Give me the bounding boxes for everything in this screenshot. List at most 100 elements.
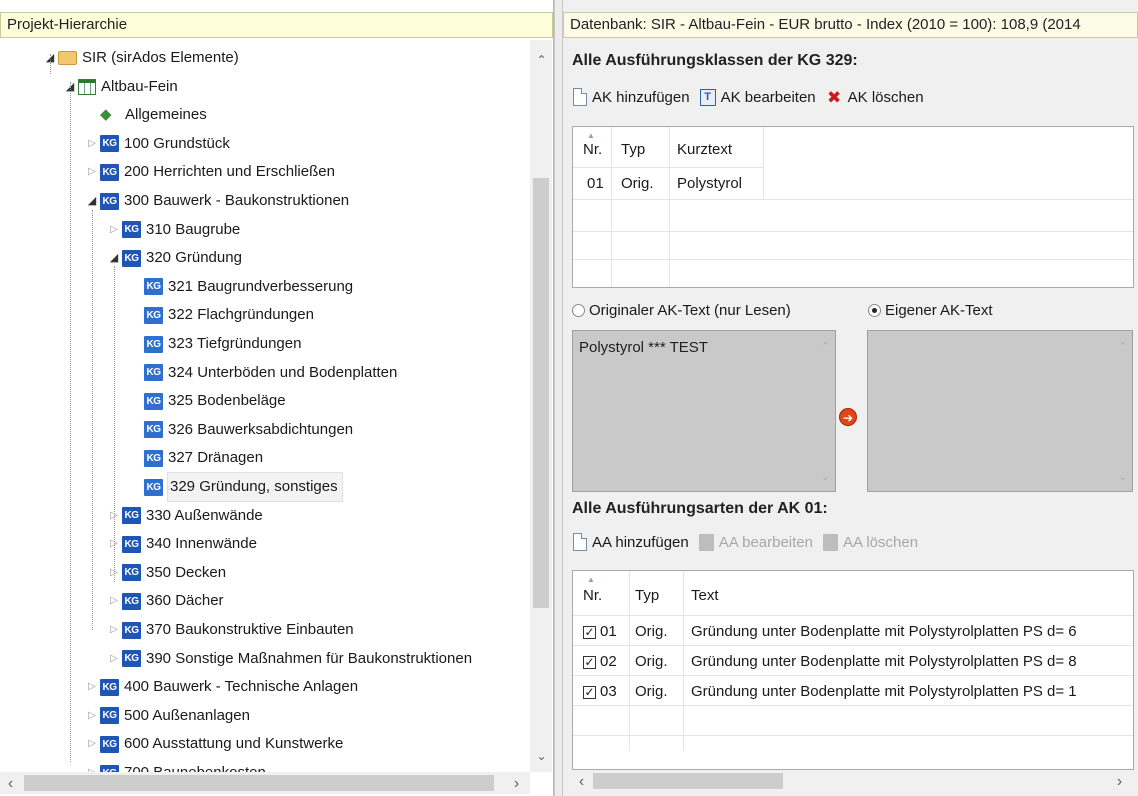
tree-item[interactable]: ▷KG 700 Baunebenkosten [86, 759, 266, 772]
tree-item[interactable]: ▷ KG 370 Baukonstruktive Einbauten [108, 616, 354, 644]
own-ak-textbox[interactable]: ⌃ ⌄ [867, 330, 1133, 492]
scroll-up-icon[interactable]: ⌃ [817, 339, 834, 356]
ak-col-typ-header[interactable]: Typ [621, 141, 645, 158]
expand-toggle-icon[interactable]: ▷ [86, 702, 98, 730]
aa-add-button[interactable]: AA hinzufügen [573, 533, 689, 551]
tree-item[interactable]: KG 321 Baugrundverbesserung [130, 273, 353, 301]
tree-item[interactable]: KG 322 Flachgründungen [130, 301, 314, 329]
aa-row-checkbox[interactable]: ✓ [583, 685, 596, 699]
expand-toggle-icon[interactable]: ▷ [108, 587, 120, 615]
ak-row-typ[interactable]: Orig. [621, 175, 654, 192]
expand-toggle-icon[interactable]: ▷ [86, 673, 98, 701]
aa-row-nr[interactable]: ✓ 03 [583, 683, 617, 700]
kg-icon: KG [122, 507, 141, 525]
aa-edit-button[interactable]: AA bearbeiten [698, 533, 813, 551]
tree-item[interactable]: KG 326 Bauwerksabdichtungen [130, 416, 353, 444]
original-text-radio[interactable]: Originaler AK-Text (nur Lesen) [572, 302, 791, 319]
aa-col-nr-header[interactable]: Nr. [583, 587, 602, 604]
tree-item[interactable]: ▷ KG 310 Baugrube [108, 216, 240, 244]
expand-toggle-icon[interactable]: ▷ [108, 216, 120, 244]
ak-col-kurztext-header[interactable]: Kurztext [677, 141, 732, 158]
expand-toggle-icon[interactable]: ▷ [86, 130, 98, 158]
aa-row-typ[interactable]: Orig. [635, 623, 668, 640]
tree-item[interactable]: ▷ KG 400 Bauwerk - Technische Anlagen [86, 673, 358, 701]
aa-row-typ[interactable]: Orig. [635, 683, 668, 700]
tree-item-label: 326 Bauwerksabdichtungen [168, 420, 354, 438]
edit-icon [698, 533, 714, 551]
aa-row-checkbox[interactable]: ✓ [583, 625, 596, 639]
expand-toggle-icon[interactable]: ▷ [86, 158, 98, 186]
scroll-left-icon[interactable]: ‹ [2, 775, 19, 792]
details-panel: Datenbank: SIR - Altbau-Fein - EUR brutt… [563, 0, 1138, 796]
ak-col-nr-header[interactable]: Nr. [583, 141, 602, 158]
tree-vertical-scrollbar[interactable]: ⌃ ⌄ [530, 40, 552, 772]
aa-col-typ-header[interactable]: Typ [635, 587, 659, 604]
tree-item-label: 200 Herrichten und Erschließen [124, 163, 335, 181]
scroll-right-icon[interactable]: › [508, 775, 525, 792]
aa-delete-button[interactable]: AA löschen [823, 533, 918, 551]
textbox-scrollbar[interactable]: ⌃ ⌄ [815, 331, 835, 491]
tree-item[interactable]: ▷ KG 350 Decken [108, 559, 226, 587]
ak-edit-button[interactable]: T AK bearbeiten [699, 88, 816, 106]
tree-item[interactable]: KG 324 Unterböden und Bodenplatten [130, 359, 397, 387]
tree-item[interactable]: ◢ KG 320 Gründung [108, 244, 242, 272]
aa-row-text[interactable]: Gründung unter Bodenplatte mit Polystyro… [691, 623, 1133, 640]
textbox-scrollbar[interactable]: ⌃ ⌄ [1112, 331, 1132, 491]
aa-row-nr[interactable]: ✓ 01 [583, 623, 617, 640]
expand-toggle-icon[interactable]: ▷ [86, 730, 98, 758]
tree-horizontal-scrollbar[interactable]: ‹ › [0, 772, 530, 794]
tree-item[interactable]: ▷ KG 360 Dächer [108, 587, 224, 615]
tree-item[interactable]: KG 327 Dränagen [130, 444, 263, 472]
original-ak-textbox[interactable]: Polystyrol *** TEST ⌃ ⌄ [572, 330, 836, 492]
aa-row-checkbox[interactable]: ✓ [583, 655, 596, 669]
expand-toggle-icon[interactable]: ▷ [86, 759, 98, 772]
expand-toggle-icon[interactable]: ▷ [108, 645, 120, 673]
tree-item[interactable]: KG 323 Tiefgründungen [130, 330, 301, 358]
tree-item[interactable]: KG 325 Bodenbeläge [130, 387, 286, 415]
scroll-thumb[interactable] [593, 773, 783, 789]
sort-ascending-icon[interactable]: ▲ [587, 131, 595, 140]
aa-col-text-header[interactable]: Text [691, 587, 719, 604]
ak-add-button[interactable]: AK hinzufügen [573, 88, 690, 106]
scroll-down-icon[interactable]: ⌄ [817, 469, 834, 486]
tree-item[interactable]: ▷ KG 330 Außenwände [108, 502, 263, 530]
scroll-down-icon[interactable]: ⌄ [533, 748, 550, 765]
scroll-right-icon[interactable]: › [1111, 773, 1128, 790]
tree-item[interactable]: ▷ KG 500 Außenanlagen [86, 702, 250, 730]
tree-item[interactable]: KG 329 Gründung, sonstiges [130, 472, 343, 502]
own-text-radio[interactable]: Eigener AK-Text [868, 302, 993, 319]
tree-item[interactable]: ▷ KG 600 Ausstattung und Kunstwerke [86, 730, 343, 758]
scroll-up-icon[interactable]: ⌃ [1114, 339, 1131, 356]
ak-delete-button[interactable]: ✖ AK löschen [826, 89, 924, 106]
project-tree[interactable]: ◢ SIR (sirAdos Elemente) ◢ Altbau-Fein ◆ Allg… [0, 40, 530, 772]
aa-row-text[interactable]: Gründung unter Bodenplatte mit Polystyro… [691, 653, 1133, 670]
scroll-up-icon[interactable]: ⌃ [533, 52, 550, 69]
aa-row-typ[interactable]: Orig. [635, 653, 668, 670]
tree-item-label: 340 Innenwände [146, 535, 257, 553]
tree-item[interactable]: ▷ KG 340 Innenwände [108, 530, 257, 558]
ak-row-kurztext[interactable]: Polystyrol [677, 175, 742, 192]
aa-horizontal-scrollbar[interactable]: ‹ › [571, 770, 1137, 792]
scroll-thumb[interactable] [533, 178, 549, 608]
kg-icon: KG [122, 221, 141, 239]
panel-splitter[interactable] [554, 0, 563, 796]
tree-item[interactable]: ◢ KG 300 Bauwerk - Baukonstruktionen [86, 187, 349, 215]
copy-text-arrow-icon[interactable]: ➔ [839, 408, 857, 426]
sort-ascending-icon[interactable]: ▲ [587, 575, 595, 584]
ak-table[interactable]: ▲ Nr. Typ Kurztext 01 Orig. Polystyrol [572, 126, 1134, 288]
scroll-thumb[interactable] [24, 775, 494, 791]
tree-item[interactable]: ◆ Allgemeines [86, 101, 207, 129]
scroll-down-icon[interactable]: ⌄ [1114, 469, 1131, 486]
original-ak-text: Polystyrol *** TEST [579, 339, 708, 356]
ak-row-nr[interactable]: 01 [587, 175, 604, 192]
tree-item[interactable]: ◢ Altbau-Fein [64, 73, 178, 101]
aa-table[interactable]: ▲ Nr. Typ Text ✓ 01 Orig. Gründung unter Bo… [572, 570, 1134, 770]
tree-item[interactable]: ▷ KG 100 Grundstück [86, 130, 230, 158]
aa-row-nr[interactable]: ✓ 02 [583, 653, 617, 670]
scroll-left-icon[interactable]: ‹ [573, 773, 590, 790]
tree-item[interactable]: ▷ KG 390 Sonstige Maßnahmen für Baukonstru… [108, 645, 472, 673]
aa-row-text[interactable]: Gründung unter Bodenplatte mit Polystyro… [691, 683, 1133, 700]
expand-toggle-icon[interactable]: ▷ [108, 616, 120, 644]
tree-item[interactable]: ◢ SIR (sirAdos Elemente) [44, 44, 239, 72]
tree-item[interactable]: ▷ KG 200 Herrichten und Erschließen [86, 158, 335, 186]
